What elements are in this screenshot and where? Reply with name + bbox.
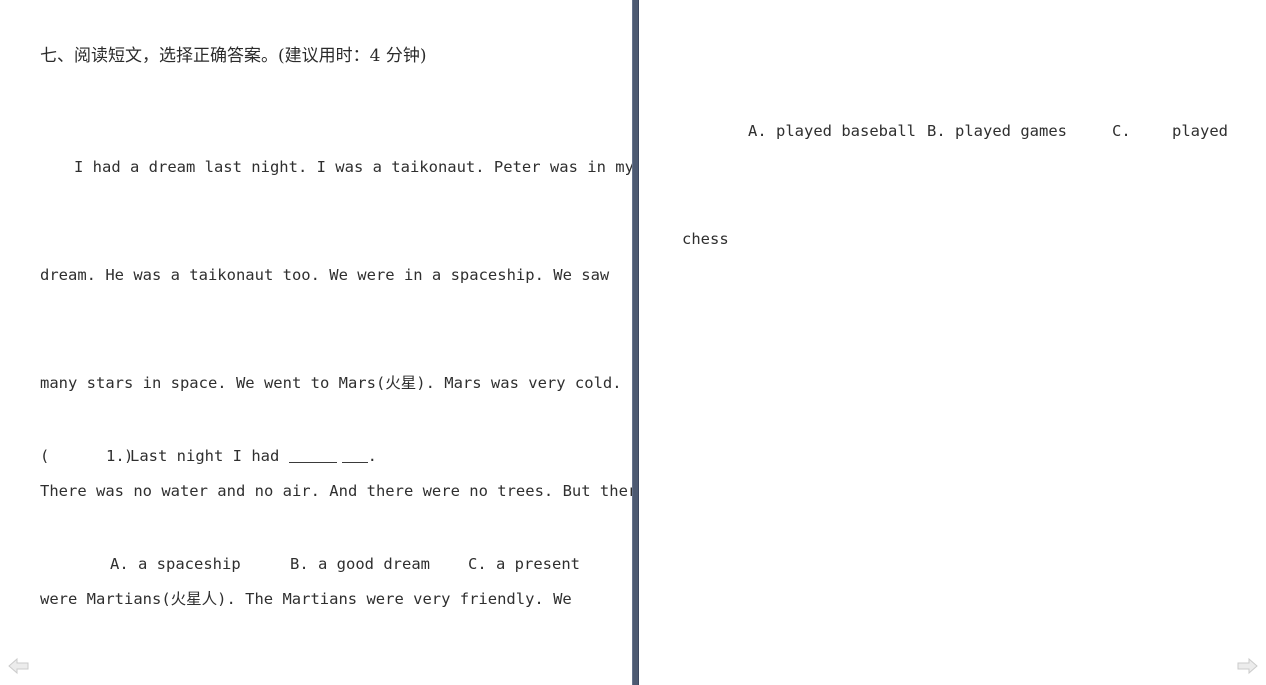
previous-page-arrow-icon[interactable] [6,653,32,679]
page-right[interactable]: A. played baseball B. played games C. pl… [639,0,1266,685]
option-c[interactable]: C. a present [468,546,580,582]
document-viewer: 七、阅读短文，选择正确答案。(建议用时：4 分钟) I had a dream … [0,0,1266,685]
option-b[interactable]: B. played games [927,113,1067,149]
option-text: a present [496,555,581,573]
option-letter: C. [468,555,487,573]
option-letter: B. [290,555,309,573]
page-left[interactable]: 七、阅读短文，选择正确答案。(建议用时：4 分钟) I had a dream … [0,0,632,685]
next-page-arrow-icon[interactable] [1234,653,1260,679]
answer-blank [288,448,337,463]
question-row[interactable]: ( ) 1. Last night I had . [40,438,610,474]
option-row[interactable]: A. a spaceship B. a good dream C. a pres… [40,546,610,582]
option-letter: B. [927,122,946,140]
option-a[interactable]: A. played baseball [748,113,916,149]
stem-after: . [367,447,377,465]
option-text: a spaceship [138,555,241,573]
passage-line: dream. He was a taikonaut too. We were i… [40,266,610,284]
question-stem: Last night I had . [130,438,377,474]
option-c-text[interactable]: played [1172,113,1228,149]
question-list: ( ) 1. Last night I had . A. a spaceship… [40,294,610,685]
option-row[interactable]: A. played baseball B. played games C. pl… [682,113,1252,149]
passage-line: I had a dream last night. I was a taikon… [74,158,632,176]
option-letter: A. [110,555,129,573]
option-a[interactable]: A. a spaceship [110,546,241,582]
option-text: played baseball [776,122,916,140]
option-letter: A. [748,122,767,140]
page-divider [632,0,639,685]
option-continuation-row: chess [682,221,1252,257]
section-title: 七、阅读短文，选择正确答案。(建议用时：4 分钟) [40,46,427,66]
stem-before: Last night I had [130,447,289,465]
continued-options: A. played baseball B. played games C. pl… [682,41,1252,329]
option-b[interactable]: B. a good dream [290,546,430,582]
option-text: a good dream [318,555,430,573]
option-c-continuation: chess [682,230,729,248]
option-c-letter[interactable]: C. [1112,113,1131,149]
answer-blank [341,448,368,463]
option-text: played games [955,122,1067,140]
question-number: 1. [106,447,125,465]
